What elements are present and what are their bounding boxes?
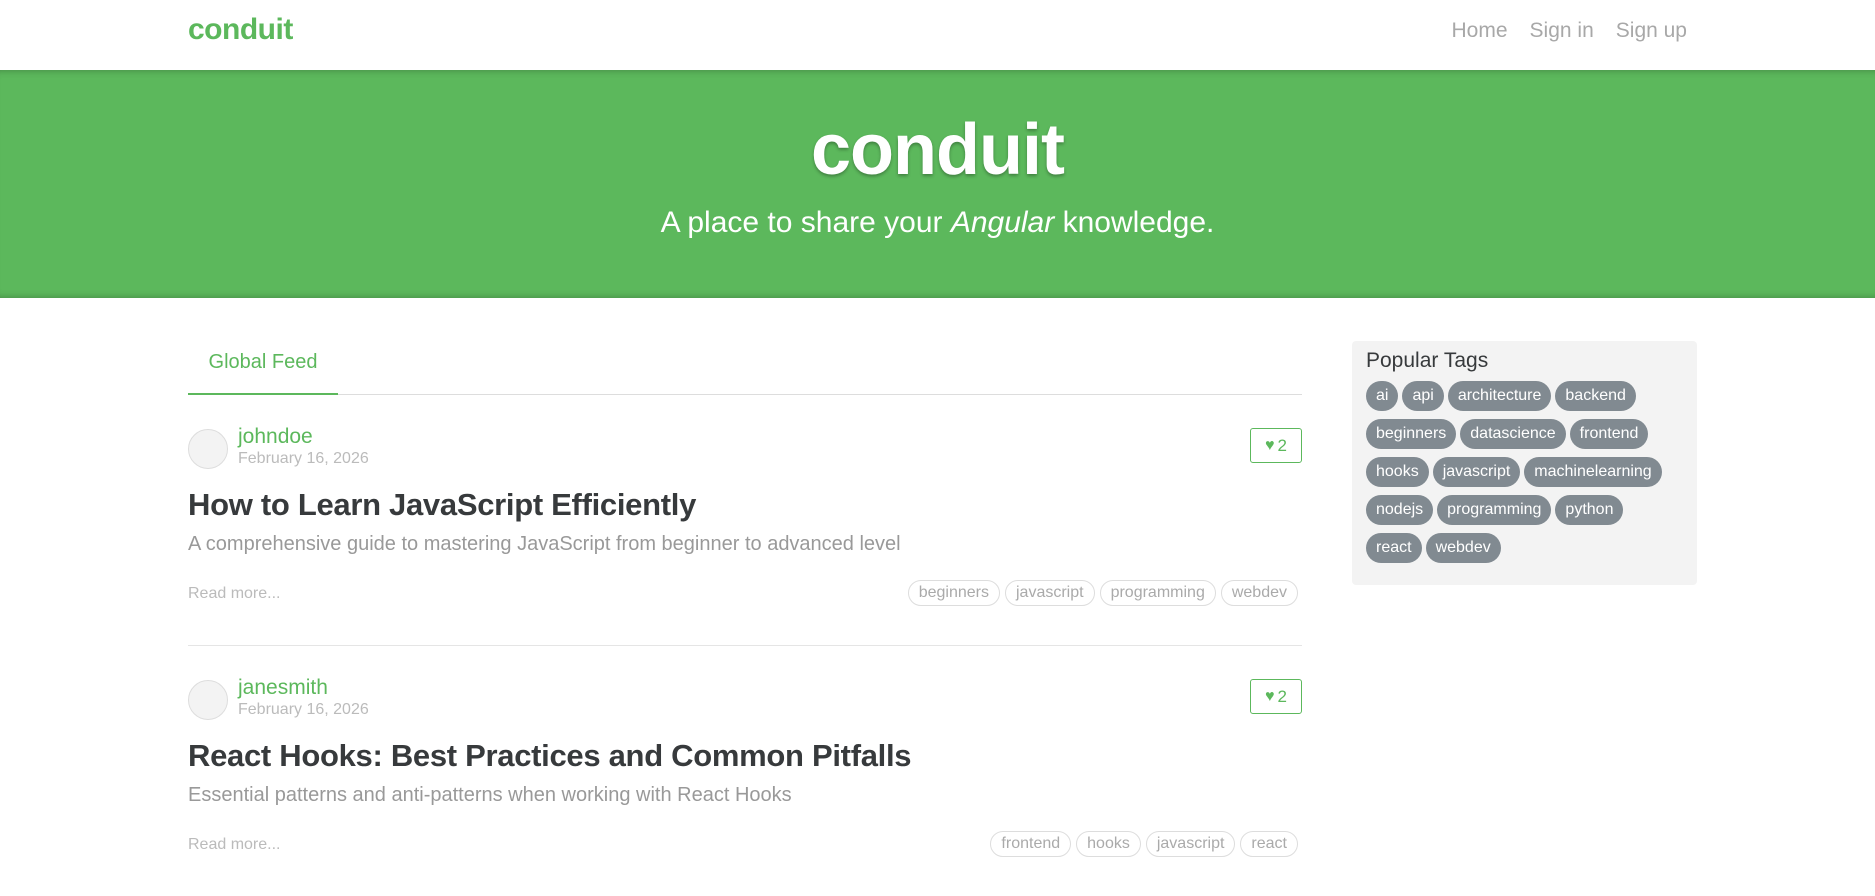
article-title[interactable]: How to Learn JavaScript Efficiently [188, 487, 696, 523]
tag-pill-api[interactable]: api [1402, 381, 1444, 411]
article-tag[interactable]: react [1240, 831, 1298, 857]
article-tag[interactable]: beginners [907, 580, 1000, 606]
tag-pill-ai[interactable]: ai [1366, 381, 1399, 411]
article-tag[interactable]: frontend [990, 831, 1072, 857]
nav-signin-link[interactable]: Sign in [1530, 19, 1594, 43]
article-tag[interactable]: programming [1099, 580, 1216, 606]
article-description[interactable]: A comprehensive guide to mastering JavaS… [188, 533, 901, 556]
tag-pill-hooks[interactable]: hooks [1366, 457, 1429, 487]
banner-title: conduit [811, 110, 1065, 190]
popular-tags-sidebar: Popular Tags ai api architecture backend… [1352, 341, 1697, 585]
tagline-text-before: A place to share your [660, 206, 951, 239]
article-description[interactable]: Essential patterns and anti-patterns whe… [188, 784, 792, 807]
author-link[interactable]: johndoe [238, 425, 313, 449]
tag-pill-javascript[interactable]: javascript [1432, 457, 1521, 487]
read-more-link[interactable]: Read more... [188, 585, 280, 603]
main-content: Global Feed johndoe February 16, 2026 ♥ … [188, 298, 1697, 859]
tag-pill-machinelearning[interactable]: machinelearning [1524, 457, 1662, 487]
nav-links: Home Sign in Sign up [1430, 19, 1687, 43]
article-tag-list: beginners javascript programming webdev [907, 580, 1298, 606]
article-tag[interactable]: javascript [1005, 580, 1095, 606]
article-title[interactable]: React Hooks: Best Practices and Common P… [188, 738, 912, 774]
avatar[interactable] [188, 680, 228, 720]
tab-global-feed[interactable]: Global Feed [188, 339, 338, 395]
favorite-count: 2 [1277, 435, 1287, 455]
article-tag[interactable]: webdev [1220, 580, 1298, 606]
heart-icon: ♥ [1265, 436, 1275, 454]
tag-pill-webdev[interactable]: webdev [1425, 533, 1501, 563]
favorite-button[interactable]: ♥ 2 [1250, 428, 1302, 463]
tag-pill-architecture[interactable]: architecture [1447, 381, 1552, 411]
article-tag[interactable]: hooks [1076, 831, 1141, 857]
sidebar-title: Popular Tags [1366, 349, 1489, 372]
author-link[interactable]: janesmith [238, 676, 328, 700]
article-feed: Global Feed johndoe February 16, 2026 ♥ … [188, 338, 1302, 896]
banner-tagline: A place to share your Angular knowledge. [0, 206, 1875, 240]
favorite-count: 2 [1277, 686, 1287, 706]
navbar: conduit Home Sign in Sign up [0, 0, 1875, 70]
tag-pill-nodejs[interactable]: nodejs [1366, 495, 1434, 525]
article-tag[interactable]: javascript [1145, 831, 1236, 857]
nav-home-link[interactable]: Home [1452, 19, 1508, 43]
tagline-emphasis: Angular [950, 206, 1055, 239]
hero-banner: conduit A place to share your Angular kn… [0, 70, 1875, 298]
tag-pill-beginners[interactable]: beginners [1366, 419, 1457, 449]
brand-logo[interactable]: conduit [188, 13, 293, 47]
tagline-text-after: knowledge. [1054, 206, 1215, 239]
article-tag-list: frontend hooks javascript react [990, 831, 1298, 857]
tag-pill-datascience[interactable]: datascience [1460, 419, 1566, 449]
favorite-button[interactable]: ♥ 2 [1250, 679, 1302, 714]
feed-toggle: Global Feed [188, 338, 1302, 395]
article-preview: johndoe February 16, 2026 ♥ 2 How to Lea… [188, 395, 1302, 646]
read-more-link[interactable]: Read more... [188, 836, 280, 854]
article-date: February 16, 2026 [238, 450, 369, 467]
avatar[interactable] [188, 429, 228, 469]
tag-pill-react[interactable]: react [1366, 533, 1422, 563]
tag-pill-python[interactable]: python [1555, 495, 1624, 525]
article-date: February 16, 2026 [238, 701, 369, 718]
popular-tag-list: ai api architecture backend beginners da… [1366, 381, 1683, 563]
tag-pill-programming[interactable]: programming [1437, 495, 1552, 525]
heart-icon: ♥ [1265, 687, 1275, 705]
tag-pill-frontend[interactable]: frontend [1569, 419, 1649, 449]
nav-signup-link[interactable]: Sign up [1616, 19, 1687, 43]
tag-pill-backend[interactable]: backend [1555, 381, 1636, 411]
